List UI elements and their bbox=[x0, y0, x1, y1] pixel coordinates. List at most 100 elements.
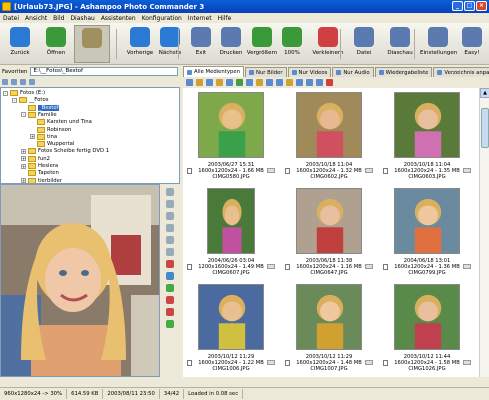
toolbar-button[interactable]: Einstellungen bbox=[420, 25, 457, 63]
minimize-button[interactable]: _ bbox=[452, 1, 463, 11]
tab-media[interactable]: Nur Bilder bbox=[244, 67, 287, 77]
tree-tool-icon[interactable] bbox=[29, 79, 35, 85]
tree-item-label: _Bestof bbox=[38, 104, 60, 111]
scroll-up-icon[interactable]: ▲ bbox=[480, 88, 489, 98]
toolbar-button[interactable]: Zurück bbox=[2, 25, 38, 63]
red-tool-icon[interactable] bbox=[166, 296, 174, 304]
tab-media[interactable]: Verzeichnis anpassen bbox=[433, 67, 489, 77]
status-load: Loaded in 0.08 sec bbox=[184, 389, 244, 399]
tool-icon[interactable] bbox=[166, 200, 174, 208]
tool-icon[interactable] bbox=[166, 224, 174, 232]
maximize-button[interactable]: □ bbox=[464, 1, 475, 11]
expand-toggle[interactable]: + bbox=[21, 178, 26, 183]
expand-toggle[interactable]: + bbox=[21, 156, 26, 162]
toolbar-button[interactable]: Öffnen bbox=[38, 25, 74, 63]
tree-item-label: Fotos (E:) bbox=[20, 90, 46, 96]
toolbar-button[interactable]: Easy! bbox=[454, 25, 489, 63]
toolbar-button[interactable]: Datei bbox=[346, 25, 382, 63]
thumbnail-card[interactable]: 2004/06/26 03:04 1200x1600x24 - 1.49 MB CI… bbox=[183, 186, 279, 281]
menu-item[interactable]: Datei bbox=[3, 15, 19, 22]
tool-icon[interactable] bbox=[206, 79, 213, 86]
thumbnail-card[interactable]: 2003/06/27 15:31 1600x1200x24 - 1.66 MB CI… bbox=[183, 90, 279, 185]
thumbnail-card[interactable]: 2004/06/18 13:01 1600x1200x24 - 1.36 MB CI… bbox=[379, 186, 475, 281]
delete-icon[interactable] bbox=[326, 79, 333, 86]
exif-icon bbox=[267, 168, 275, 173]
tab-media[interactable]: Wiedergabeliste bbox=[374, 67, 433, 77]
tab-label: Nur Audio bbox=[343, 69, 370, 76]
tool-icon[interactable] bbox=[256, 79, 263, 86]
status-size: 614.59 KB bbox=[67, 389, 104, 399]
easy-icon bbox=[462, 27, 482, 47]
tool-icon[interactable] bbox=[276, 79, 283, 86]
tool-icon[interactable] bbox=[226, 79, 233, 86]
menu-item[interactable]: Internet bbox=[188, 15, 212, 22]
scroll-thumb[interactable] bbox=[481, 108, 489, 148]
tree-tool-icon[interactable] bbox=[11, 79, 17, 85]
green-tool-icon[interactable] bbox=[166, 284, 174, 292]
expand-toggle[interactable]: - bbox=[3, 90, 8, 96]
tool-icon[interactable] bbox=[166, 188, 174, 196]
expand-toggle[interactable]: - bbox=[21, 112, 26, 118]
thumbnail-file: CIMG1026.JPG bbox=[408, 366, 446, 372]
menu-item[interactable]: Assistenten bbox=[101, 15, 136, 22]
tool-icon[interactable] bbox=[196, 79, 203, 86]
expand-toggle[interactable]: - bbox=[12, 97, 17, 103]
red-tool-icon[interactable] bbox=[166, 260, 174, 268]
red-tool-icon[interactable] bbox=[166, 308, 174, 316]
tool-icon[interactable] bbox=[266, 79, 273, 86]
thumbnail-card[interactable]: 2003/10/18 11:04 1600x1200x24 - 1.32 MB CI… bbox=[281, 90, 377, 185]
tool-icon[interactable] bbox=[306, 79, 313, 86]
folder-icon bbox=[28, 155, 36, 162]
tool-icon[interactable] bbox=[166, 212, 174, 220]
tool-icon[interactable] bbox=[296, 79, 303, 86]
tool-icon[interactable] bbox=[236, 79, 243, 86]
menu-item[interactable]: Bild bbox=[53, 15, 64, 22]
tree-item[interactable]: + tierbilder bbox=[21, 177, 62, 183]
tool-icon[interactable] bbox=[246, 79, 253, 86]
tool-icon[interactable] bbox=[166, 236, 174, 244]
green-tool-icon[interactable] bbox=[166, 320, 174, 328]
close-button[interactable]: × bbox=[476, 1, 487, 11]
thumbnail-card[interactable]: 2003/10/18 11:04 1600x1200x24 - 1.35 MB CI… bbox=[379, 90, 475, 185]
thumbnail-card[interactable]: 2003/06/18 11:38 1600x1200x24 - 1.16 MB CI… bbox=[281, 186, 377, 281]
prev-icon bbox=[130, 27, 150, 47]
tab-icon bbox=[437, 70, 443, 75]
tab-label: Verzeichnis anpassen bbox=[444, 69, 489, 76]
expand-toggle[interactable]: + bbox=[21, 148, 26, 154]
tool-icon[interactable] bbox=[316, 79, 323, 86]
thumbnail-scrollbar[interactable]: ▲ bbox=[479, 88, 489, 377]
tree-tool-icon[interactable] bbox=[20, 79, 26, 85]
path-field[interactable]: E:\__Fotos\_Bestof bbox=[30, 67, 178, 76]
menu-item[interactable]: Diashau bbox=[70, 15, 94, 22]
tab-media[interactable]: Nur Videos bbox=[287, 67, 332, 77]
thumbnail-card[interactable]: 2003/10/12 11:29 1600x1200x24 - 1.22 MB CI… bbox=[183, 282, 279, 377]
thumbnail-card[interactable]: 2003/10/12 11:44 1600x1200x24 - 1.58 MB CI… bbox=[379, 282, 475, 377]
expand-toggle[interactable]: + bbox=[21, 163, 26, 169]
slideshow-icon bbox=[390, 27, 410, 47]
document-icon bbox=[383, 168, 388, 174]
tool-icon[interactable] bbox=[166, 248, 174, 256]
toolbar-button[interactable]: 100% bbox=[274, 25, 310, 63]
tab-media[interactable]: Nur Audio bbox=[332, 67, 374, 77]
tree-tool-icon[interactable] bbox=[2, 79, 8, 85]
toolbar-button[interactable]: Diaschau bbox=[382, 25, 418, 63]
tab-media[interactable]: Alle Medientypen bbox=[183, 66, 244, 77]
tool-icon[interactable] bbox=[286, 79, 293, 86]
document-icon bbox=[383, 360, 388, 366]
document-icon bbox=[187, 264, 192, 270]
tool-icon[interactable] bbox=[186, 79, 193, 86]
thumbnail-card[interactable]: 2003/10/12 11:29 1600x1200x24 - 1.48 MB CI… bbox=[281, 282, 377, 377]
menu-item[interactable]: Ansicht bbox=[25, 15, 47, 22]
favorites-label[interactable]: Favoriten bbox=[2, 69, 27, 75]
image-preview[interactable] bbox=[0, 184, 160, 377]
info-icon[interactable] bbox=[166, 272, 174, 280]
tab-icon bbox=[291, 70, 297, 75]
menu-item[interactable]: Hilfe bbox=[218, 15, 232, 22]
menu-item[interactable]: Konfiguration bbox=[142, 15, 182, 22]
expand-toggle[interactable]: + bbox=[30, 134, 35, 140]
status-date: 2003/08/11 23:50 bbox=[103, 389, 160, 399]
thumbnail-file: CIMG0580.JPG bbox=[212, 174, 250, 180]
tool-icon[interactable] bbox=[216, 79, 223, 86]
toolbar-button[interactable] bbox=[74, 25, 110, 63]
thumbnail-info: 2004/06/26 03:04 1200x1600x24 - 1.49 MB CI… bbox=[183, 258, 279, 276]
